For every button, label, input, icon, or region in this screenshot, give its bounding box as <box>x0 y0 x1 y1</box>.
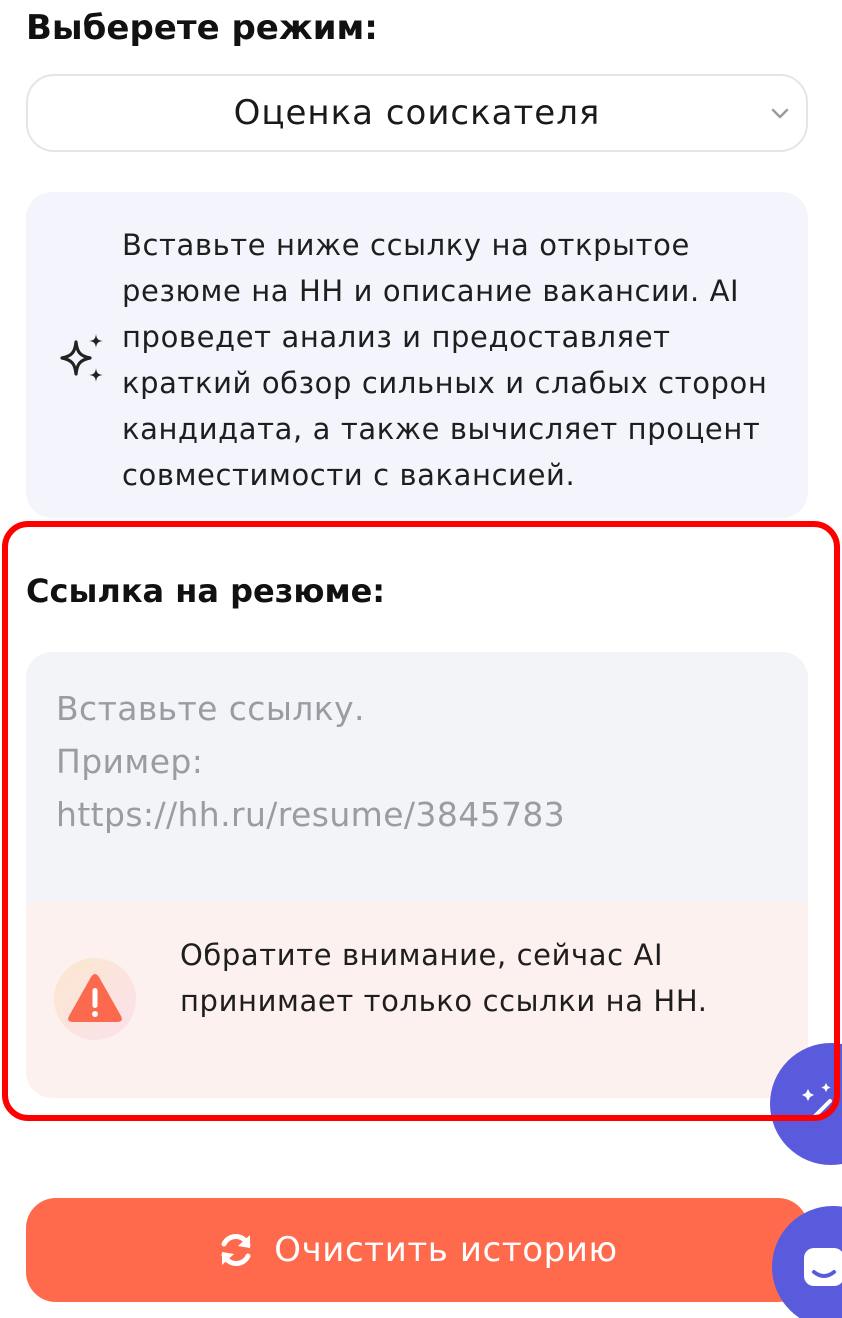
mode-select[interactable]: Оценка соискателя <box>26 74 808 152</box>
placeholder-example-url: https://hh.ru/resume/3845783 <box>56 795 566 834</box>
placeholder-line: Пример: <box>56 742 204 781</box>
warning-notice: Обратите внимание, сейчас AI принимает т… <box>26 902 808 1098</box>
warning-text: Обратите внимание, сейчас AI принимает т… <box>180 938 708 1018</box>
chat-icon <box>804 1248 842 1286</box>
info-box: Вставьте ниже ссылку на открытое резюме … <box>26 192 808 518</box>
info-text: Вставьте ниже ссылку на открытое резюме … <box>122 228 768 492</box>
mode-select-value: Оценка соискателя <box>233 93 601 133</box>
mode-label: Выберете режим: <box>26 8 378 48</box>
sparkle-icon <box>60 334 103 382</box>
placeholder-line: Вставьте ссылку. <box>56 689 365 728</box>
clear-history-button[interactable]: Очистить историю <box>26 1198 808 1302</box>
magic-wand-icon <box>802 1083 832 1121</box>
resume-link-label: Ссылка на резюме: <box>26 572 386 610</box>
clear-history-label: Очистить историю <box>274 1230 618 1270</box>
warning-icon <box>68 974 122 1022</box>
resume-link-input[interactable]: Вставьте ссылку. Пример: https://hh.ru/r… <box>26 652 808 902</box>
chevron-down-icon <box>771 108 789 119</box>
warning-icon-badge <box>54 958 136 1040</box>
page: Выберете режим: Оценка соискателя Вставь… <box>0 0 842 1318</box>
refresh-icon <box>221 1234 251 1266</box>
